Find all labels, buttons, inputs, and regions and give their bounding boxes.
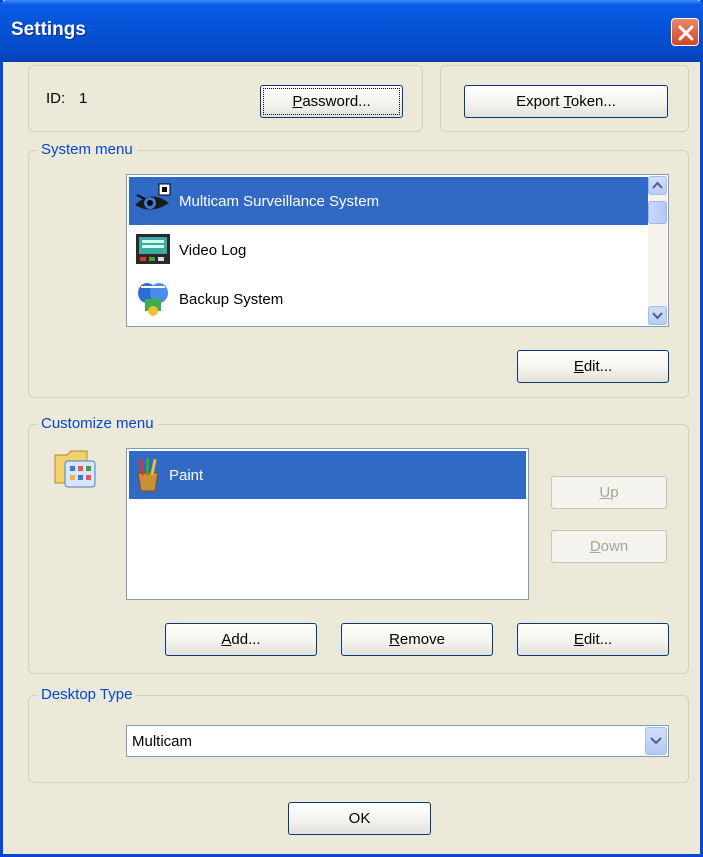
desktop-type-legend: Desktop Type	[37, 686, 137, 703]
desktop-type-group: Desktop Type Multicam	[28, 686, 689, 783]
desktop-type-value: Multicam	[132, 733, 193, 750]
chevron-up-icon	[652, 181, 663, 189]
account-group: ID: 1 Password...	[28, 65, 423, 132]
window-title: Settings	[11, 19, 86, 40]
backup-system-icon	[138, 283, 168, 316]
up-button[interactable]: Up	[551, 476, 667, 509]
list-item-label: Backup System	[179, 290, 284, 308]
customize-menu-list[interactable]: Paint	[126, 448, 529, 600]
id-label: ID:	[46, 90, 66, 107]
program-folder-icon	[54, 450, 96, 488]
add-button[interactable]: Add...	[165, 623, 317, 656]
paint-brushes-icon	[137, 458, 159, 492]
desktop-type-dropdown-button[interactable]	[645, 727, 667, 755]
scroll-thumb[interactable]	[648, 201, 667, 224]
scroll-down-button[interactable]	[648, 306, 667, 325]
list-item[interactable]: Multicam Surveillance System	[129, 177, 666, 225]
id-value: 1	[79, 90, 88, 107]
password-button[interactable]: Password...	[260, 85, 403, 118]
list-item[interactable]: Backup System	[129, 275, 666, 323]
chevron-down-icon	[650, 737, 662, 745]
title-bar[interactable]: Settings	[0, 0, 703, 62]
export-group: Export Token...	[440, 65, 689, 132]
customize-menu-group: Customize menu Paint Up Down Add... Remo…	[28, 415, 689, 674]
list-item[interactable]: Video Log	[129, 226, 666, 274]
down-button[interactable]: Down	[551, 530, 667, 563]
customize-menu-edit-button[interactable]: Edit...	[517, 623, 669, 656]
system-menu-group: System menu Multicam Surveillance System	[28, 141, 689, 398]
video-log-icon	[136, 234, 170, 264]
export-token-button[interactable]: Export Token...	[464, 85, 668, 118]
list-item[interactable]: Paint	[129, 451, 526, 499]
system-menu-edit-button[interactable]: Edit...	[517, 350, 669, 383]
remove-button[interactable]: Remove	[341, 623, 493, 656]
chevron-down-icon	[652, 312, 663, 320]
ok-button[interactable]: OK	[288, 802, 431, 835]
close-icon	[678, 25, 694, 41]
system-menu-scrollbar[interactable]	[648, 176, 667, 325]
desktop-type-select[interactable]: Multicam	[126, 725, 669, 757]
list-item-label: Multicam Surveillance System	[179, 192, 380, 210]
list-item-label: Video Log	[179, 241, 247, 259]
customize-menu-legend: Customize menu	[37, 415, 158, 432]
close-button[interactable]	[671, 18, 699, 46]
system-menu-list[interactable]: Multicam Surveillance System Video Log B…	[126, 174, 669, 327]
surveillance-eye-icon	[135, 183, 171, 210]
system-menu-legend: System menu	[37, 141, 137, 158]
settings-dialog: Settings ID: 1 Password... Export Token.…	[0, 0, 703, 857]
list-item-label: Paint	[169, 466, 204, 484]
scroll-up-button[interactable]	[648, 176, 667, 195]
